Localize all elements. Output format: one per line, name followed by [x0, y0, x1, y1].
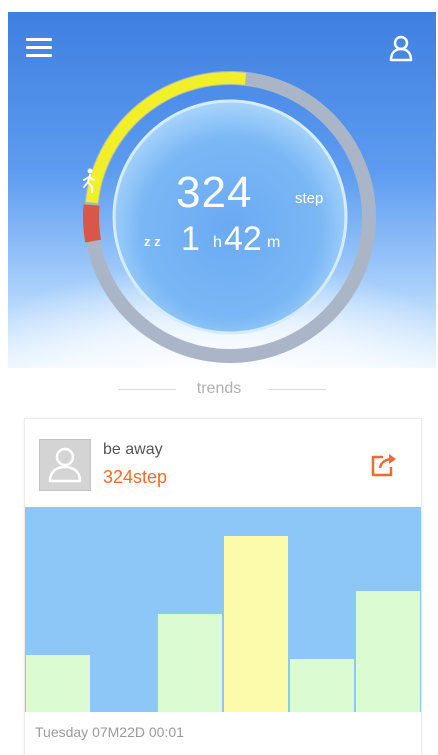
- trend-card[interactable]: be away 324step Tuesday 07M22D 00:01: [24, 418, 422, 755]
- activity-ring: 324 step z z 1 h 42 m: [81, 68, 379, 366]
- walking-person-icon: [83, 168, 95, 193]
- steps-readout: 324 step: [81, 168, 379, 228]
- activity-header: 324 step z z 1 h 42 m: [8, 12, 436, 368]
- share-button[interactable]: [369, 451, 399, 479]
- chart-bar: [158, 613, 222, 712]
- menu-icon-bar: [26, 46, 52, 49]
- menu-icon-bar: [26, 54, 52, 57]
- sleep-minutes-value: 42: [224, 220, 262, 258]
- menu-icon-bar: [26, 38, 52, 41]
- trend-bar-chart: [25, 507, 421, 712]
- avatar[interactable]: [39, 439, 91, 491]
- card-timestamp: Tuesday 07M22D 00:01: [35, 724, 184, 740]
- steps-unit: step: [295, 190, 324, 207]
- trends-label: trends: [196, 380, 242, 397]
- trends-divider: trends: [0, 378, 438, 402]
- sleep-minutes-unit: m: [267, 234, 281, 251]
- chart-bar: [224, 535, 288, 712]
- steps-value: 324: [176, 168, 253, 217]
- chart-bar: [356, 591, 420, 712]
- profile-button[interactable]: [388, 34, 414, 62]
- user-name: be away: [103, 441, 163, 458]
- user-steps: 324step: [103, 467, 168, 487]
- sleep-hours-unit: h: [213, 234, 222, 251]
- chart-bar: [290, 658, 354, 712]
- divider-line-right: [268, 389, 326, 390]
- sleep-readout: z z 1 h 42 m: [81, 220, 379, 264]
- sleep-hours-value: 1: [181, 220, 200, 258]
- profile-icon: [389, 35, 413, 62]
- chart-bar: [26, 654, 90, 712]
- avatar-placeholder-icon: [48, 447, 82, 483]
- share-icon: [371, 454, 396, 477]
- menu-button[interactable]: [26, 38, 52, 60]
- sleep-zz-icon: z z: [144, 234, 161, 249]
